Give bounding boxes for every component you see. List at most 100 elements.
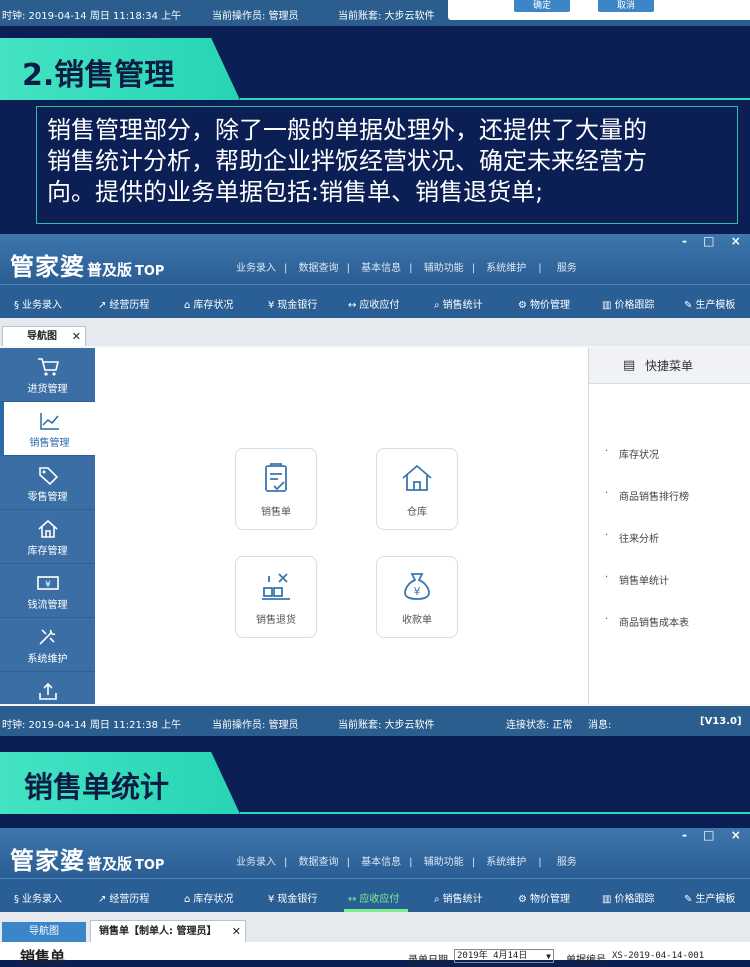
main-toolbar: § 业务录入 ↗ 经营历程 ⌂ 库存状况 ¥ 现金银行 ↔ 应收应付 ⌕ 销售统计 ⚙ 物价管… — [0, 284, 750, 318]
bar-chart-icon: ▥ — [602, 894, 612, 905]
toolbar-receivables[interactable]: ↔ 应收应付 — [348, 296, 399, 311]
menu-item[interactable]: 辅助功能 — [424, 857, 464, 868]
card-warehouse[interactable]: 仓库 — [376, 448, 458, 530]
toolbar-cash[interactable]: ¥ 现金银行 — [268, 890, 317, 905]
document-title: 销售单 — [20, 948, 66, 966]
toolbar-cash[interactable]: ¥ 现金银行 — [268, 296, 317, 311]
description-line: 销售管理部分，除了一般的单据处理外，还提供了大量的 — [47, 116, 647, 144]
section-title: 销售单统计 — [24, 770, 170, 804]
minimize-button[interactable]: - — [682, 828, 687, 842]
confirm-button[interactable]: 确定 — [514, 0, 570, 12]
toolbar-price-mgmt[interactable]: ⚙ 物价管理 — [518, 296, 570, 311]
toolbar-sales-stats[interactable]: ⌕ 销售统计 — [434, 890, 483, 905]
menu-item[interactable]: 系统维护 — [486, 857, 526, 868]
toolbar-sales-stats[interactable]: ⌕ 销售统计 — [434, 296, 483, 311]
exchange-icon: ↔ — [348, 894, 357, 905]
menu-item[interactable]: 基本信息 — [361, 857, 401, 868]
maximize-button[interactable]: □ — [703, 828, 714, 842]
sidebar-item-system[interactable]: 系统维护 — [0, 618, 95, 672]
menu-item[interactable]: 数据查询 — [299, 857, 339, 868]
quick-item[interactable]: 往来分析 — [605, 530, 659, 545]
toolbar-receivables-active[interactable]: ↔ 应收应付 — [348, 890, 399, 905]
main-toolbar: § 业务录入 ↗ 经营历程 ⌂ 库存状况 ¥ 现金银行 ↔ 应收应付 ⌕ 销售统计 ⚙ 物价管… — [0, 878, 750, 912]
toolbar-production[interactable]: ✎ 生产模板 — [684, 890, 735, 905]
yen-icon: ¥ — [268, 300, 275, 311]
maximize-button[interactable]: □ — [703, 234, 714, 248]
tab-strip: 导航图 ✕ — [0, 318, 750, 346]
svg-text:¥: ¥ — [45, 580, 51, 590]
date-field[interactable]: 2019年 4月14日 ▼ — [454, 949, 554, 963]
chart-icon: ↗ — [98, 894, 107, 905]
status-tail: 0] — [732, 7, 744, 18]
window-controls: - □ × — [682, 828, 741, 842]
close-icon[interactable]: ✕ — [232, 921, 241, 942]
tag-icon — [38, 467, 58, 485]
menu-item[interactable]: 辅助功能 — [424, 263, 464, 274]
money-bag-icon: ¥ — [404, 573, 430, 600]
menu-item[interactable]: 业务录入 — [236, 263, 276, 274]
close-button[interactable]: × — [731, 234, 741, 248]
card-receipt[interactable]: ¥ 收款单 — [376, 556, 458, 638]
tab-navigation[interactable]: 导航图 — [2, 922, 86, 942]
toolbar-history[interactable]: ↗ 经营历程 — [98, 890, 149, 905]
status-connection: 连接状态: 正常 — [506, 720, 573, 731]
number-label: 单据编号 — [566, 955, 606, 966]
section-title: 2.销售管理 — [22, 58, 175, 93]
tab-navigation[interactable]: 导航图 ✕ — [2, 326, 86, 346]
tools-icon — [38, 629, 55, 645]
toolbar-price-track[interactable]: ▥ 价格跟踪 — [602, 296, 654, 311]
close-button[interactable]: × — [731, 828, 741, 842]
banner-divider — [240, 98, 750, 100]
menu-item[interactable]: 业务录入 — [236, 857, 276, 868]
menu-item[interactable]: 基本信息 — [361, 263, 401, 274]
sidebar-item-inventory[interactable]: 库存管理 — [0, 510, 95, 564]
chevron-down-icon[interactable]: ▼ — [546, 950, 551, 963]
status-operator: 当前操作员: 管理员 — [212, 11, 299, 22]
quick-item[interactable]: 库存状况 — [605, 446, 659, 461]
quick-menu: ▤ 快捷菜单 库存状况 商品销售排行榜 往来分析 销售单统计 商品销售成本表 — [588, 348, 750, 704]
sidebar-item-sales[interactable]: 销售管理 — [0, 402, 95, 456]
banner-divider — [240, 812, 750, 814]
quick-item[interactable]: 商品销售排行榜 — [605, 488, 689, 503]
tab-sales-order[interactable]: 销售单【制单人: 管理员】 ✕ — [90, 920, 246, 942]
app-status-bar: 时钟: 2019-04-14 周日 11:21:38 上午 当前操作员: 管理员… — [0, 706, 750, 736]
menu-item[interactable]: 数据查询 — [299, 263, 339, 274]
toolbar-inventory[interactable]: ⌂ 库存状况 — [184, 296, 233, 311]
gear-icon: ⚙ — [518, 300, 527, 311]
sidebar-item-export[interactable] — [0, 672, 95, 704]
house-icon — [402, 464, 432, 491]
return-boxes-icon — [262, 573, 290, 600]
house-icon: ⌂ — [184, 894, 191, 905]
card-sales-return[interactable]: 销售退货 — [235, 556, 317, 638]
menu-item[interactable]: 服务 — [557, 263, 577, 274]
svg-text:¥: ¥ — [414, 585, 421, 598]
status-account: 当前账套: 大步云软件 — [338, 11, 435, 22]
menu-item[interactable]: 服务 — [557, 857, 577, 868]
dialog-fragment: 确定 取消 — [448, 0, 750, 20]
toolbar-business-entry[interactable]: § 业务录入 — [14, 296, 62, 311]
toolbar-history[interactable]: ↗ 经营历程 — [98, 296, 149, 311]
sidebar-item-retail[interactable]: 零售管理 — [0, 456, 95, 510]
gear-icon: ⚙ — [518, 894, 527, 905]
menu-item[interactable]: 系统维护 — [486, 263, 526, 274]
card-sales-order[interactable]: 销售单 — [235, 448, 317, 530]
toolbar-price-mgmt[interactable]: ⚙ 物价管理 — [518, 890, 570, 905]
toolbar-inventory[interactable]: ⌂ 库存状况 — [184, 890, 233, 905]
chart-icon: ↗ — [98, 300, 107, 311]
upload-icon — [38, 682, 57, 700]
quick-item[interactable]: 销售单统计 — [605, 572, 669, 587]
close-icon[interactable]: ✕ — [72, 327, 81, 346]
quick-item[interactable]: 商品销售成本表 — [605, 614, 689, 629]
status-version: [V13.0] — [700, 716, 742, 727]
status-clock: 时钟: 2019-04-14 周日 11:21:38 上午 — [2, 720, 182, 731]
status-operator: 当前操作员: 管理员 — [212, 720, 299, 731]
sidebar-item-purchase[interactable]: 进货管理 — [0, 348, 95, 402]
description-line: 向。提供的业务单据包括:销售单、销售退货单; — [47, 178, 544, 206]
toolbar-price-track[interactable]: ▥ 价格跟踪 — [602, 890, 654, 905]
search-icon: ⌕ — [434, 894, 440, 905]
toolbar-production[interactable]: ✎ 生产模板 — [684, 296, 735, 311]
toolbar-business-entry[interactable]: § 业务录入 — [14, 890, 62, 905]
minimize-button[interactable]: - — [682, 234, 687, 248]
cancel-button[interactable]: 取消 — [598, 0, 654, 12]
sidebar-item-cashflow[interactable]: ¥ 钱流管理 — [0, 564, 95, 618]
